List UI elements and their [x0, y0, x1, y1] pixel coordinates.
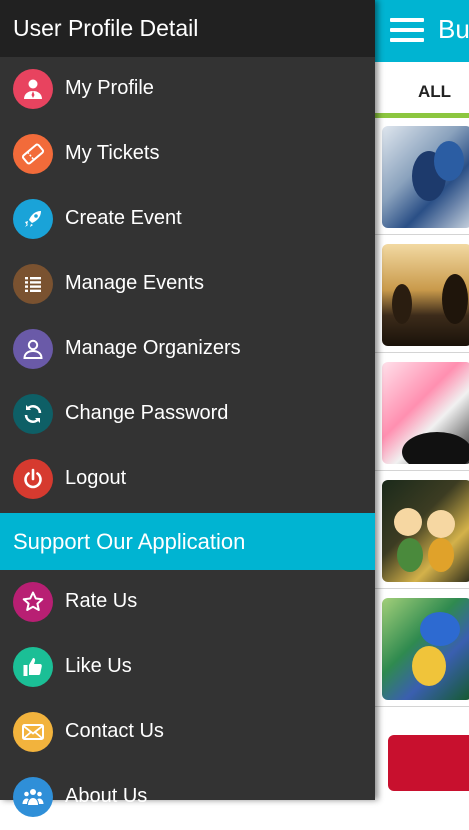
star-icon: [13, 582, 53, 622]
event-card[interactable]: [375, 120, 469, 235]
menu-label: Create Event: [65, 207, 182, 229]
menu-label: Like Us: [65, 655, 132, 677]
menu-item-create-event[interactable]: Create Event: [0, 187, 375, 252]
menu-item-about-us[interactable]: About Us: [0, 765, 375, 830]
cartoon-kids-image: [382, 480, 469, 582]
app-title: Bu: [438, 14, 469, 44]
menu-item-manage-events[interactable]: Manage Events: [0, 252, 375, 317]
mail-icon: [13, 712, 53, 752]
menu-item-my-tickets[interactable]: My Tickets: [0, 122, 375, 187]
thumbs-up-icon: [13, 647, 53, 687]
parrot-cartoon-image: [382, 598, 469, 700]
power-icon: [13, 459, 53, 499]
menu-label: Manage Organizers: [65, 337, 241, 359]
red-action-button[interactable]: [388, 735, 469, 791]
event-card[interactable]: [375, 592, 469, 707]
menu-label: Logout: [65, 467, 127, 489]
rocket-icon: [13, 199, 53, 239]
navigation-drawer: User Profile Detail My Profile My Ticket…: [0, 0, 375, 817]
support-section-header: Support Our Application: [0, 513, 375, 570]
ticket-icon: [13, 134, 53, 174]
drawer-header: User Profile Detail: [0, 0, 375, 57]
menu-item-rate-us[interactable]: Rate Us: [0, 570, 375, 635]
hamburger-menu-icon[interactable]: [390, 16, 424, 44]
party-crowd-image: [382, 362, 469, 464]
support-section-title: Support Our Application: [13, 529, 246, 554]
organizer-icon: [13, 329, 53, 369]
menu-label: Contact Us: [65, 720, 164, 742]
menu-item-my-profile[interactable]: My Profile: [0, 57, 375, 122]
event-card[interactable]: [375, 238, 469, 353]
menu-label: Manage Events: [65, 272, 204, 294]
menu-item-logout[interactable]: Logout: [0, 447, 375, 512]
refresh-icon: [13, 394, 53, 434]
counter-strike-image: [382, 126, 469, 228]
group-icon: [13, 777, 53, 817]
user-icon: [13, 69, 53, 109]
tab-indicator: [375, 113, 469, 118]
menu-label: Change Password: [65, 402, 229, 424]
menu-label: My Profile: [65, 77, 154, 99]
list-icon: [13, 264, 53, 304]
menu-label: My Tickets: [65, 142, 160, 164]
menu-item-change-password[interactable]: Change Password: [0, 382, 375, 447]
event-card[interactable]: [375, 356, 469, 471]
event-card[interactable]: [375, 474, 469, 589]
menu-item-like-us[interactable]: Like Us: [0, 635, 375, 700]
tab-all[interactable]: ALL: [418, 82, 451, 102]
menu-label: Rate Us: [65, 590, 138, 612]
sunset-palm-image: [382, 244, 469, 346]
menu-item-contact-us[interactable]: Contact Us: [0, 700, 375, 765]
drawer-header-title: User Profile Detail: [13, 15, 199, 41]
menu-item-manage-organizers[interactable]: Manage Organizers: [0, 317, 375, 382]
menu-label: About Us: [65, 785, 148, 807]
